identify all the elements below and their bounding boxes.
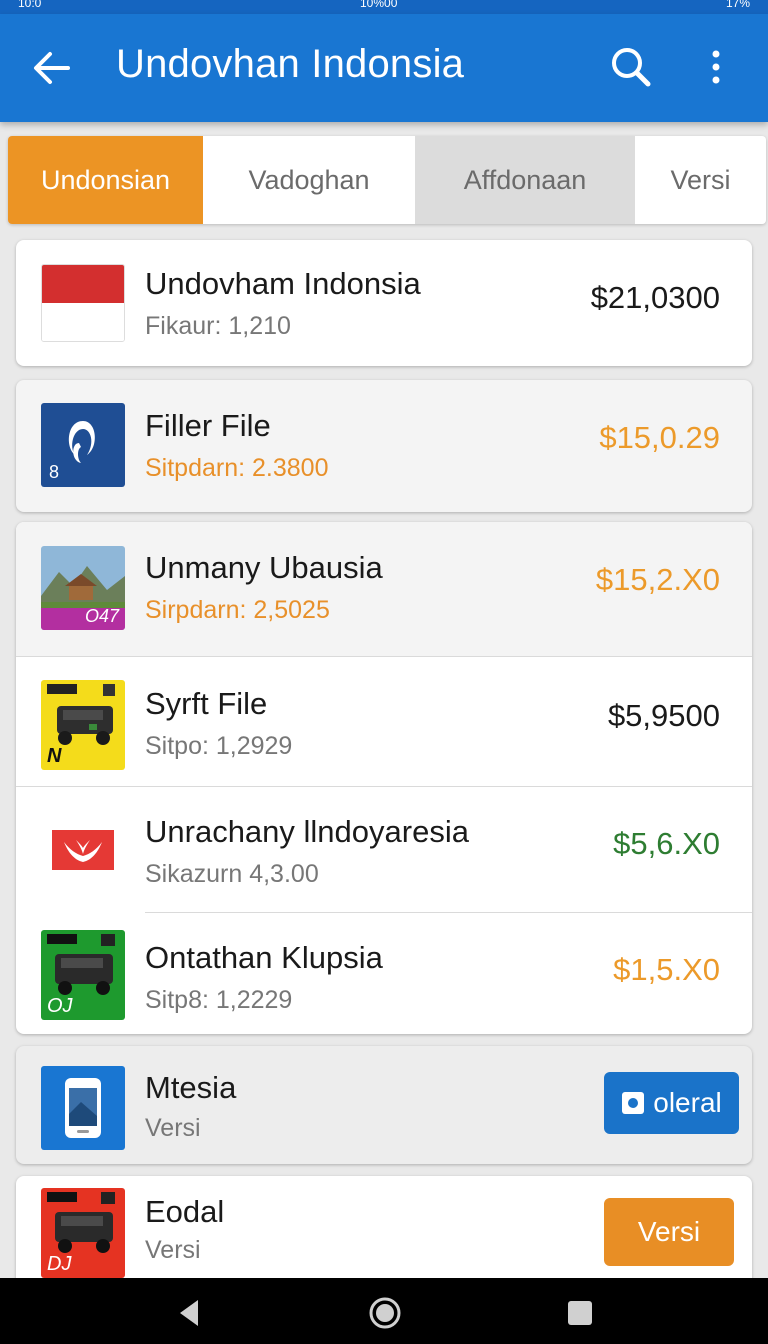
item-name: Unmany Ubausia [145,550,383,585]
item-price: $5,6.X0 [613,826,720,861]
list-item[interactable]: 8 Filler File Sitpdarn: 2.3800 $15,0.29 [16,380,752,510]
item-name: Ontathan Klupsia [145,940,383,975]
nav-recents-button[interactable] [563,1296,597,1330]
app-logo-icon: 8 [41,403,125,487]
nav-back-button[interactable] [172,1296,206,1330]
thumb-label: O47 [84,606,119,626]
app-bar: Undovhan Indonsia [0,14,768,122]
item-price: $15,0.29 [599,420,720,455]
list-card: Undovham Indonsia Fikaur: 1,210 $21,0300 [16,240,752,366]
search-button[interactable] [606,42,656,92]
item-subtitle: Sitpdarn: 2.3800 [145,454,329,482]
projector-yellow-icon: N [41,680,125,770]
list-card: 8 Filler File Sitpdarn: 2.3800 $15,0.29 [16,380,752,512]
more-vert-icon [712,50,720,84]
back-triangle-icon [180,1300,198,1326]
item-price: $21,0300 [590,280,720,315]
item-subtitle: Sikazurn 4,3.00 [145,860,319,888]
item-price: $1,5.X0 [613,952,720,987]
system-nav-bar [0,1278,768,1344]
bird-logo-icon [52,830,114,870]
versi-button[interactable]: Versi [604,1198,734,1266]
list-item[interactable]: OJ Ontathan Klupsia Sitp8: 1,2229 $1,5.X… [16,912,752,1042]
item-subtitle: Fikaur: 1,210 [145,312,291,340]
tab-vadoghan[interactable]: Vadoghan [203,136,415,224]
home-circle-icon [369,1297,401,1329]
item-name: Undovham Indonsia [145,266,421,301]
search-icon [612,48,651,87]
item-name: Eodal [145,1194,225,1229]
projector-green-icon: OJ [41,930,125,1020]
status-center: 10%00 [360,0,398,10]
item-name: Mtesia [145,1070,237,1105]
thumb-label: DJ [47,1253,72,1275]
item-subtitle: Sitp8: 1,2229 [145,986,293,1014]
oleral-button[interactable]: oleral [604,1072,739,1134]
item-subtitle: Sirpdarn: 2,5025 [145,596,330,624]
oleral-button-label: oleral [653,1087,722,1118]
indonesia-flag-icon [41,264,125,342]
list-card: O47 Unmany Ubausia Sirpdarn: 2,5025 $15,… [16,522,752,1034]
tab-versi[interactable]: Versi [635,136,766,224]
back-button[interactable] [28,44,76,92]
list-item[interactable]: Mtesia Versi oleral [16,1046,752,1164]
phone-icon [41,1066,125,1150]
tab-affdonaan[interactable]: Affdonaan [415,136,635,224]
record-icon [622,1092,645,1114]
list-item[interactable]: O47 Unmany Ubausia Sirpdarn: 2,5025 $15,… [16,522,752,652]
page-title: Undovhan Indonsia [116,42,465,86]
list-item[interactable]: N Syrft File Sitpo: 1,2929 $5,9500 [16,656,752,786]
status-time: 10:0 [18,0,42,10]
thumb-label: OJ [47,995,73,1017]
arrow-left-icon [34,52,70,84]
battery-level: 17% [725,0,750,10]
status-bar: 10:0 10%00 17% [0,0,768,14]
item-price: $5,9500 [607,698,720,733]
item-name: Unrachany llndoyaresia [145,814,469,849]
list-card: Mtesia Versi oleral [16,1046,752,1164]
landscape-photo-icon: O47 [41,546,125,630]
recents-square-icon [568,1301,592,1325]
nav-home-button[interactable] [368,1296,402,1330]
projector-red-icon: DJ [41,1188,125,1278]
tab-undonsian[interactable]: Undonsian [8,136,203,224]
list-item[interactable]: Undovham Indonsia Fikaur: 1,210 $21,0300 [16,240,752,370]
item-name: Filler File [145,408,271,443]
item-subtitle: Versi [145,1236,201,1264]
tab-bar: Undonsian Vadoghan Affdonaan Versi [8,136,766,224]
more-options-button[interactable] [696,42,736,92]
item-price: $15,2.X0 [595,562,720,597]
list-item[interactable]: Unrachany llndoyaresia Sikazurn 4,3.00 $… [16,786,752,916]
thumb-label: N [47,745,62,767]
item-name: Syrft File [145,686,268,721]
item-subtitle: Versi [145,1114,201,1142]
thumb-label: 8 [49,462,60,482]
item-subtitle: Sitpo: 1,2929 [145,732,293,760]
